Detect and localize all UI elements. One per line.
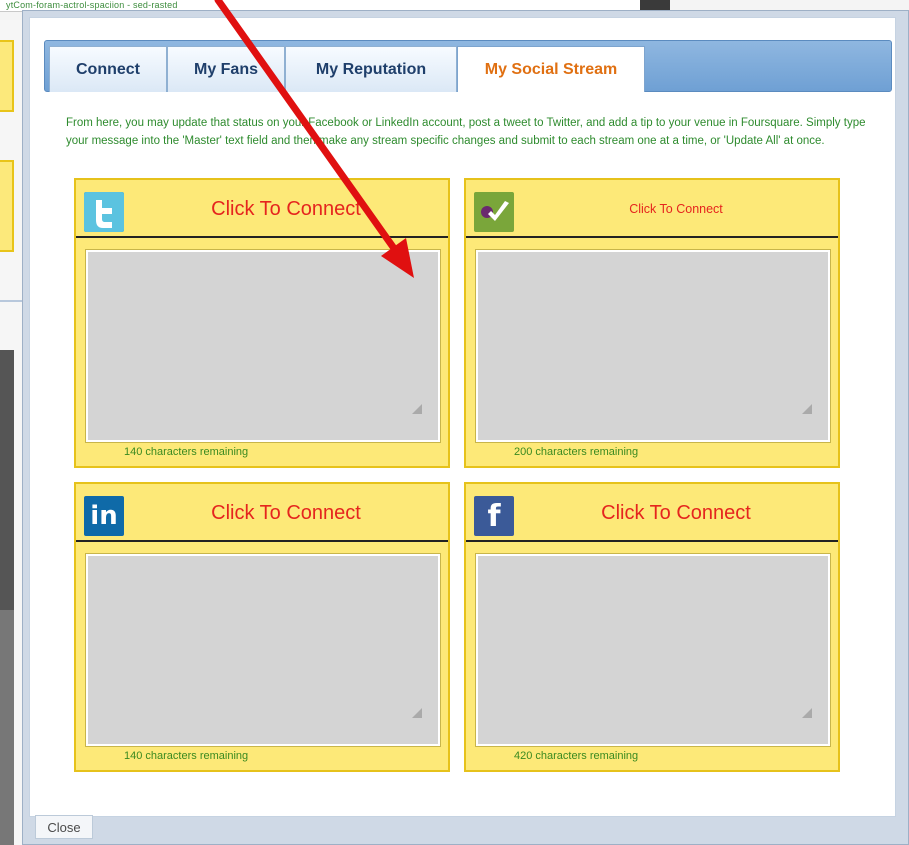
resize-grip-icon[interactable] bbox=[412, 404, 422, 414]
resize-grip-icon[interactable] bbox=[802, 404, 812, 414]
facebook-message-input[interactable] bbox=[475, 553, 831, 747]
facebook-connect-link[interactable]: Click To Connect bbox=[526, 484, 826, 542]
twitter-icon bbox=[84, 192, 124, 232]
characters-remaining: 420 characters remaining bbox=[514, 750, 639, 762]
twitter-message-input[interactable] bbox=[85, 249, 441, 443]
facebook-card: f Click To Connect 420 characters remain… bbox=[464, 482, 840, 772]
twitter-card: Click To Connect 140 characters remainin… bbox=[74, 178, 450, 468]
dialog-content: Connect My Fans My Reputation My Social … bbox=[29, 17, 896, 817]
foursquare-card: Click To Connect 200 characters remainin… bbox=[464, 178, 840, 468]
linkedin-card: in Click To Connect 140 characters remai… bbox=[74, 482, 450, 772]
foursquare-icon bbox=[474, 192, 514, 232]
characters-remaining: 140 characters remaining bbox=[124, 446, 249, 458]
card-header: f Click To Connect bbox=[466, 484, 838, 542]
background-dark-area bbox=[0, 610, 14, 845]
background-dark-area bbox=[0, 350, 14, 610]
tab-connect[interactable]: Connect bbox=[49, 46, 167, 92]
card-header: in Click To Connect bbox=[76, 484, 448, 542]
twitter-connect-link[interactable]: Click To Connect bbox=[136, 180, 436, 238]
linkedin-connect-link[interactable]: Click To Connect bbox=[136, 484, 436, 542]
background-yellow-box bbox=[0, 160, 14, 252]
resize-grip-icon[interactable] bbox=[412, 708, 422, 718]
card-header: Click To Connect bbox=[76, 180, 448, 238]
characters-remaining: 140 characters remaining bbox=[124, 750, 249, 762]
tab-bar: Connect My Fans My Reputation My Social … bbox=[44, 40, 892, 92]
tab-my-reputation[interactable]: My Reputation bbox=[285, 46, 457, 92]
close-button[interactable]: Close bbox=[35, 815, 93, 839]
tab-my-fans[interactable]: My Fans bbox=[167, 46, 285, 92]
social-stream-dialog: Connect My Fans My Reputation My Social … bbox=[22, 10, 909, 845]
background-top-text: ytCom-foram-actrol-spaciion - sed-rasted bbox=[6, 0, 178, 10]
resize-grip-icon[interactable] bbox=[802, 708, 812, 718]
card-header: Click To Connect bbox=[466, 180, 838, 238]
facebook-icon: f bbox=[474, 496, 514, 536]
tab-my-social-stream[interactable]: My Social Stream bbox=[457, 46, 645, 92]
background-yellow-box bbox=[0, 40, 14, 112]
linkedin-icon: in bbox=[84, 496, 124, 536]
intro-text: From here, you may update that status on… bbox=[66, 117, 866, 147]
foursquare-connect-link[interactable]: Click To Connect bbox=[526, 180, 826, 238]
foursquare-message-input[interactable] bbox=[475, 249, 831, 443]
characters-remaining: 200 characters remaining bbox=[514, 446, 639, 458]
linkedin-message-input[interactable] bbox=[85, 553, 441, 747]
